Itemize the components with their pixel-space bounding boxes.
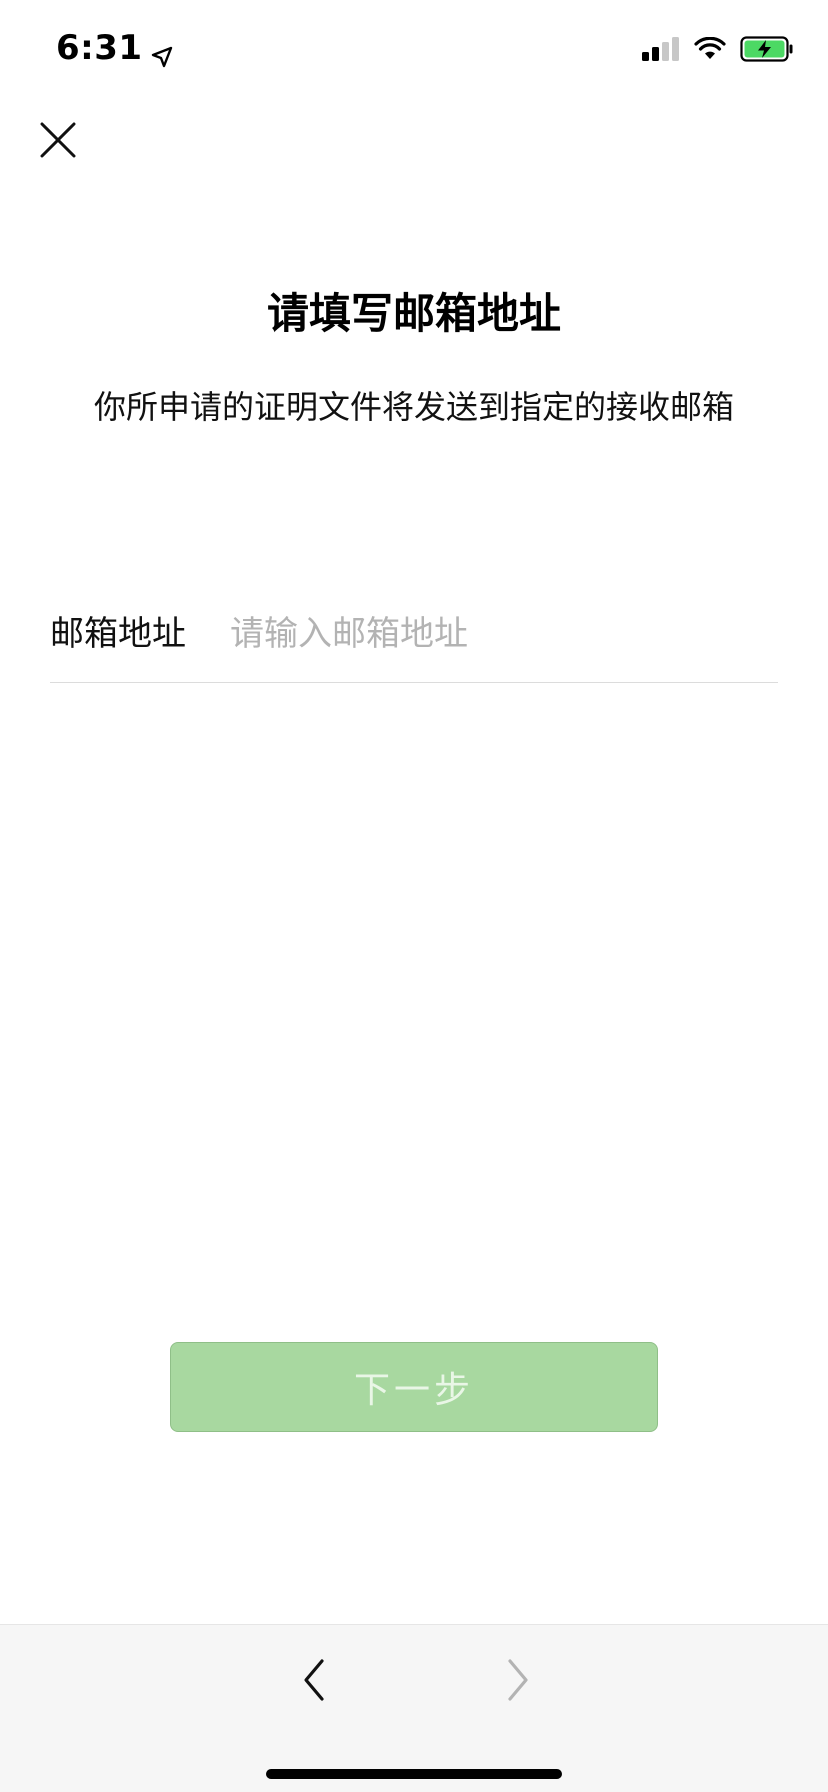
battery-charging-icon [740,36,794,66]
chevron-right-icon [508,1659,528,1701]
email-label: 邮箱地址 [50,614,186,654]
close-icon [40,122,76,158]
bottom-toolbar [0,1624,828,1792]
forward-button[interactable] [496,1655,536,1705]
page-subtitle: 你所申请的证明文件将发送到指定的接收邮箱 [93,388,734,426]
back-button[interactable] [296,1655,336,1705]
status-icons [642,36,794,66]
location-arrow-icon [151,37,173,68]
wifi-icon [694,36,726,65]
cellular-signal-icon [642,37,680,65]
status-time-text: 6:31 [56,28,143,68]
email-row: 邮箱地址 [50,586,778,683]
close-button[interactable] [38,120,78,160]
email-input[interactable] [230,604,778,664]
page-title: 请填写邮箱地址 [266,289,561,338]
next-button[interactable]: 下一步 [170,1342,658,1432]
status-bar: 6:31 [0,0,828,100]
status-time: 6:31 [56,28,173,68]
chevron-left-icon [304,1659,324,1701]
home-indicator[interactable] [266,1769,562,1779]
screen: 6:31 请填写邮箱地址 你所申请的证明文件将发送到指定的接收邮箱 邮箱地址 请… [0,0,828,1792]
